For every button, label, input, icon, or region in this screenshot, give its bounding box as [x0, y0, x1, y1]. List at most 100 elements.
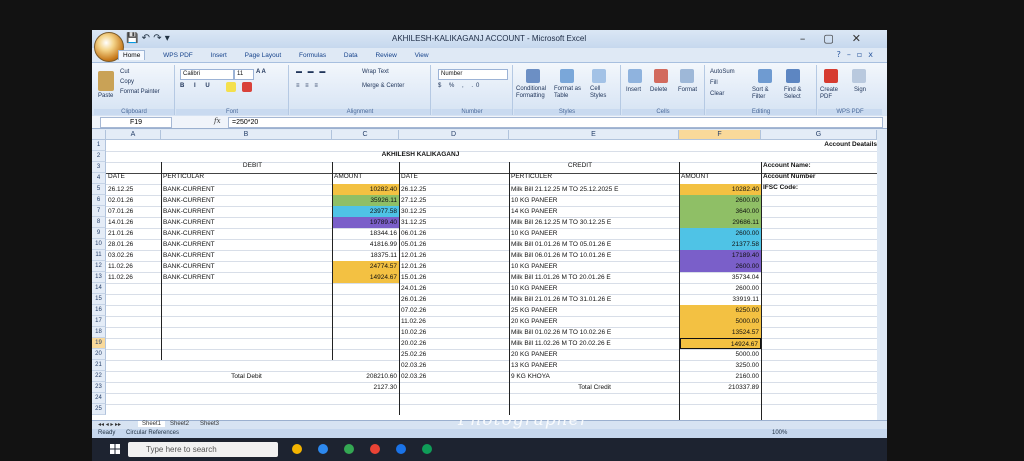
create-pdf-button[interactable]: Create PDF — [820, 87, 848, 101]
debit-amount[interactable]: 24774.57 — [333, 261, 399, 272]
credit-date[interactable]: 31.12.25 — [401, 217, 508, 228]
credit-amount[interactable]: 6250.00 — [680, 305, 761, 316]
credit-perticuler[interactable]: 10 KG PANEER — [511, 228, 678, 239]
sort-filter-icon[interactable] — [758, 69, 772, 83]
row-header[interactable]: 4 — [92, 173, 106, 184]
close-button[interactable]: ✕ — [852, 32, 879, 45]
credit-perticuler[interactable]: Milk Bill 11.01.26 M TO 20.01.26 E — [511, 272, 678, 283]
row-header[interactable]: 16 — [92, 305, 106, 316]
debit-amount[interactable]: 10282.40 — [333, 184, 399, 195]
debit-amount[interactable]: 23977.58 — [333, 206, 399, 217]
credit-date[interactable]: 15.01.26 — [401, 272, 508, 283]
credit-date[interactable]: 27.12.25 — [401, 195, 508, 206]
number-format-select[interactable]: Number — [438, 69, 508, 80]
credit-date[interactable]: 05.01.26 — [401, 239, 508, 250]
create-pdf-icon[interactable] — [824, 69, 838, 83]
format-table-button[interactable]: Format as Table — [554, 86, 586, 100]
credit-date[interactable]: 06.01.26 — [401, 228, 508, 239]
find-select-icon[interactable] — [786, 69, 800, 83]
credit-amount[interactable]: 2600.00 — [680, 261, 761, 272]
credit-date[interactable]: 10.02.26 — [401, 327, 508, 338]
conditional-formatting-button[interactable]: Conditional Formatting — [516, 86, 552, 100]
credit-amount[interactable]: 2600.00 — [680, 283, 761, 294]
font-name-select[interactable]: Calibri — [180, 69, 234, 80]
tab-data[interactable]: Data — [344, 52, 358, 59]
debit-date[interactable]: 11.02.26 — [108, 261, 160, 272]
credit-date[interactable]: 26.01.26 — [401, 294, 508, 305]
credit-perticuler[interactable]: Milk Bill 01.02.26 M TO 10.02.26 E — [511, 327, 678, 338]
row-header[interactable]: 15 — [92, 294, 106, 305]
fx-icon[interactable]: fx — [214, 117, 221, 125]
credit-perticuler[interactable]: 10 KG PANEER — [511, 195, 678, 206]
row-header[interactable]: 9 — [92, 228, 106, 239]
column-header-g[interactable]: G — [761, 130, 877, 140]
debit-amount[interactable]: 14924.67 — [333, 272, 399, 283]
windows-start-icon[interactable] — [110, 444, 120, 454]
font-color-icon[interactable] — [242, 82, 252, 92]
row-header[interactable]: 23 — [92, 382, 106, 393]
sheet-tab-2[interactable]: Sheet2 — [170, 421, 189, 427]
credit-perticuler[interactable]: Milk Bill 06.01.26 M TO 10.01.26 E — [511, 250, 678, 261]
debit-date[interactable]: 11.02.26 — [108, 272, 160, 283]
credit-perticuler[interactable]: 10 KG PANEER — [511, 261, 678, 272]
merge-center-button[interactable]: Merge & Center — [362, 83, 404, 89]
row-header[interactable]: 19 — [92, 338, 106, 349]
formula-input[interactable]: =250*20 — [228, 117, 883, 128]
zoom-level[interactable]: 100% — [772, 430, 787, 436]
align-top-icons[interactable]: ▬ ▬ ▬ — [296, 69, 327, 75]
credit-perticuler[interactable]: 9 KG KHOYA — [511, 371, 678, 382]
debit-amount[interactable]: 35926.11 — [333, 195, 399, 206]
tab-wps-pdf[interactable]: WPS PDF — [163, 52, 193, 59]
taskbar-app-icon[interactable] — [370, 444, 380, 454]
align-left-icons[interactable]: ≡ ≡ ≡ — [296, 83, 320, 89]
debit-perticular[interactable]: BANK-CURRENT — [163, 261, 331, 272]
credit-perticuler[interactable]: 10 KG PANEER — [511, 283, 678, 294]
credit-date[interactable]: 24.01.26 — [401, 283, 508, 294]
column-header-d[interactable]: D — [399, 130, 509, 140]
quick-access-toolbar[interactable]: 💾 ↶ ↷ ▾ — [126, 33, 170, 44]
cut-button[interactable]: Cut — [120, 69, 129, 75]
credit-perticuler[interactable]: Milk Bill 01.01.26 M TO 05.01.26 E — [511, 239, 678, 250]
debit-perticular[interactable]: BANK-CURRENT — [163, 250, 331, 261]
credit-amount[interactable]: 29686.11 — [680, 217, 761, 228]
row-header[interactable]: 14 — [92, 283, 106, 294]
credit-date[interactable]: 02.03.26 — [401, 360, 508, 371]
sort-filter-button[interactable]: Sort & Filter — [752, 87, 782, 101]
credit-date[interactable]: 30.12.25 — [401, 206, 508, 217]
taskbar-app-icon[interactable] — [318, 444, 328, 454]
row-header[interactable]: 12 — [92, 261, 106, 272]
total-credit-value[interactable]: 210337.89 — [680, 382, 761, 393]
clear-button[interactable]: Clear — [710, 91, 724, 97]
debit-amount[interactable]: 18375.11 — [333, 250, 399, 261]
delete-button[interactable]: Delete — [650, 87, 667, 93]
autosum-button[interactable]: AutoSum — [710, 69, 735, 75]
ribbon-restore-icon[interactable]: ▫ — [857, 50, 868, 59]
debit-amount[interactable]: 41816.99 — [333, 239, 399, 250]
cell-styles-icon[interactable] — [592, 69, 606, 83]
credit-amount[interactable]: 35734.04 — [680, 272, 761, 283]
credit-date[interactable]: 12.01.26 — [401, 250, 508, 261]
credit-amount[interactable]: 2600.00 — [680, 195, 761, 206]
row-header[interactable]: 25 — [92, 404, 106, 415]
taskbar-app-icon[interactable] — [344, 444, 354, 454]
debit-date[interactable]: 21.01.26 — [108, 228, 160, 239]
credit-date[interactable]: 07.02.26 — [401, 305, 508, 316]
credit-perticuler[interactable]: Milk Bill 21.12.25 M TO 25.12.2025 E — [511, 184, 678, 195]
sheet-tab-3[interactable]: Sheet3 — [200, 421, 219, 427]
credit-perticuler[interactable]: 13 KG PANEER — [511, 360, 678, 371]
credit-date[interactable]: 25.02.26 — [401, 349, 508, 360]
column-header-b[interactable]: B — [161, 130, 332, 140]
row-header[interactable]: 11 — [92, 250, 106, 261]
debit-amount[interactable]: 18344.16 — [333, 228, 399, 239]
credit-perticuler[interactable]: 20 KG PANEER — [511, 316, 678, 327]
credit-amount[interactable]: 33919.11 — [680, 294, 761, 305]
tab-formulas[interactable]: Formulas — [299, 52, 326, 59]
taskbar-app-icon[interactable] — [396, 444, 406, 454]
credit-amount[interactable]: 21377.58 — [680, 239, 761, 250]
credit-date[interactable]: 02.03.26 — [401, 371, 508, 382]
credit-amount[interactable]: 17189.40 — [680, 250, 761, 261]
row-header[interactable]: 3 — [92, 162, 106, 173]
fill-button[interactable]: Fill — [710, 80, 718, 86]
wrap-text-button[interactable]: Wrap Text — [362, 69, 389, 75]
paste-button[interactable]: Paste — [98, 93, 113, 99]
